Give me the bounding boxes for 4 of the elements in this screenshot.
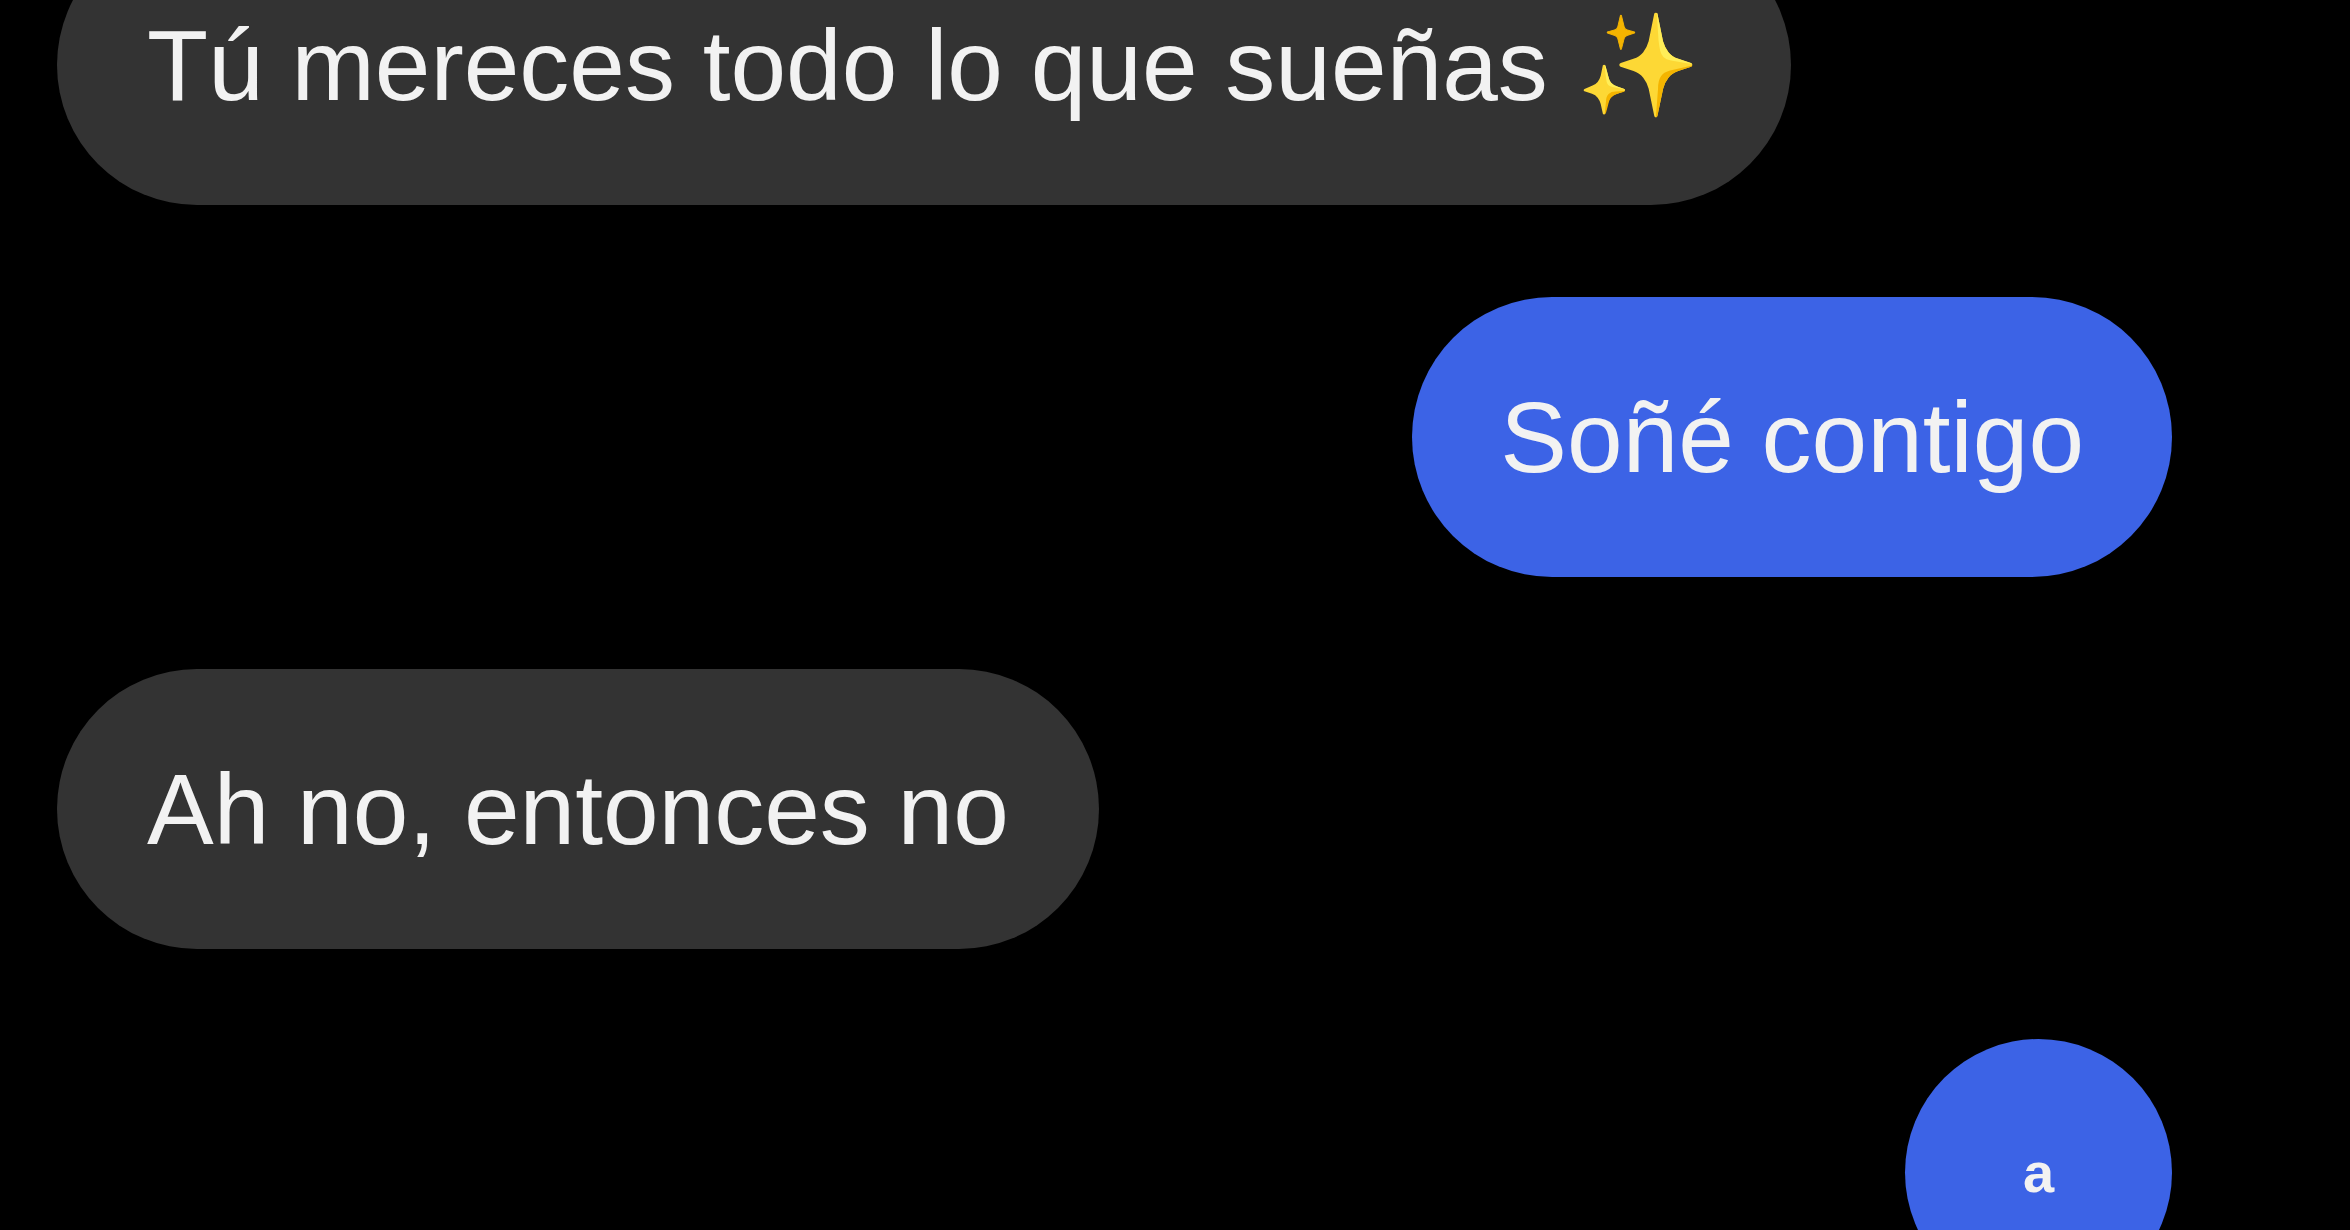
message-bubble: Tú mereces todo lo que sueñas ✨ <box>57 0 1791 205</box>
message-bubble: Soñé contigo <box>1412 297 2172 577</box>
message-bubble: a <box>1905 1039 2172 1230</box>
message-bubble: Ah no, entonces no <box>57 669 1099 949</box>
